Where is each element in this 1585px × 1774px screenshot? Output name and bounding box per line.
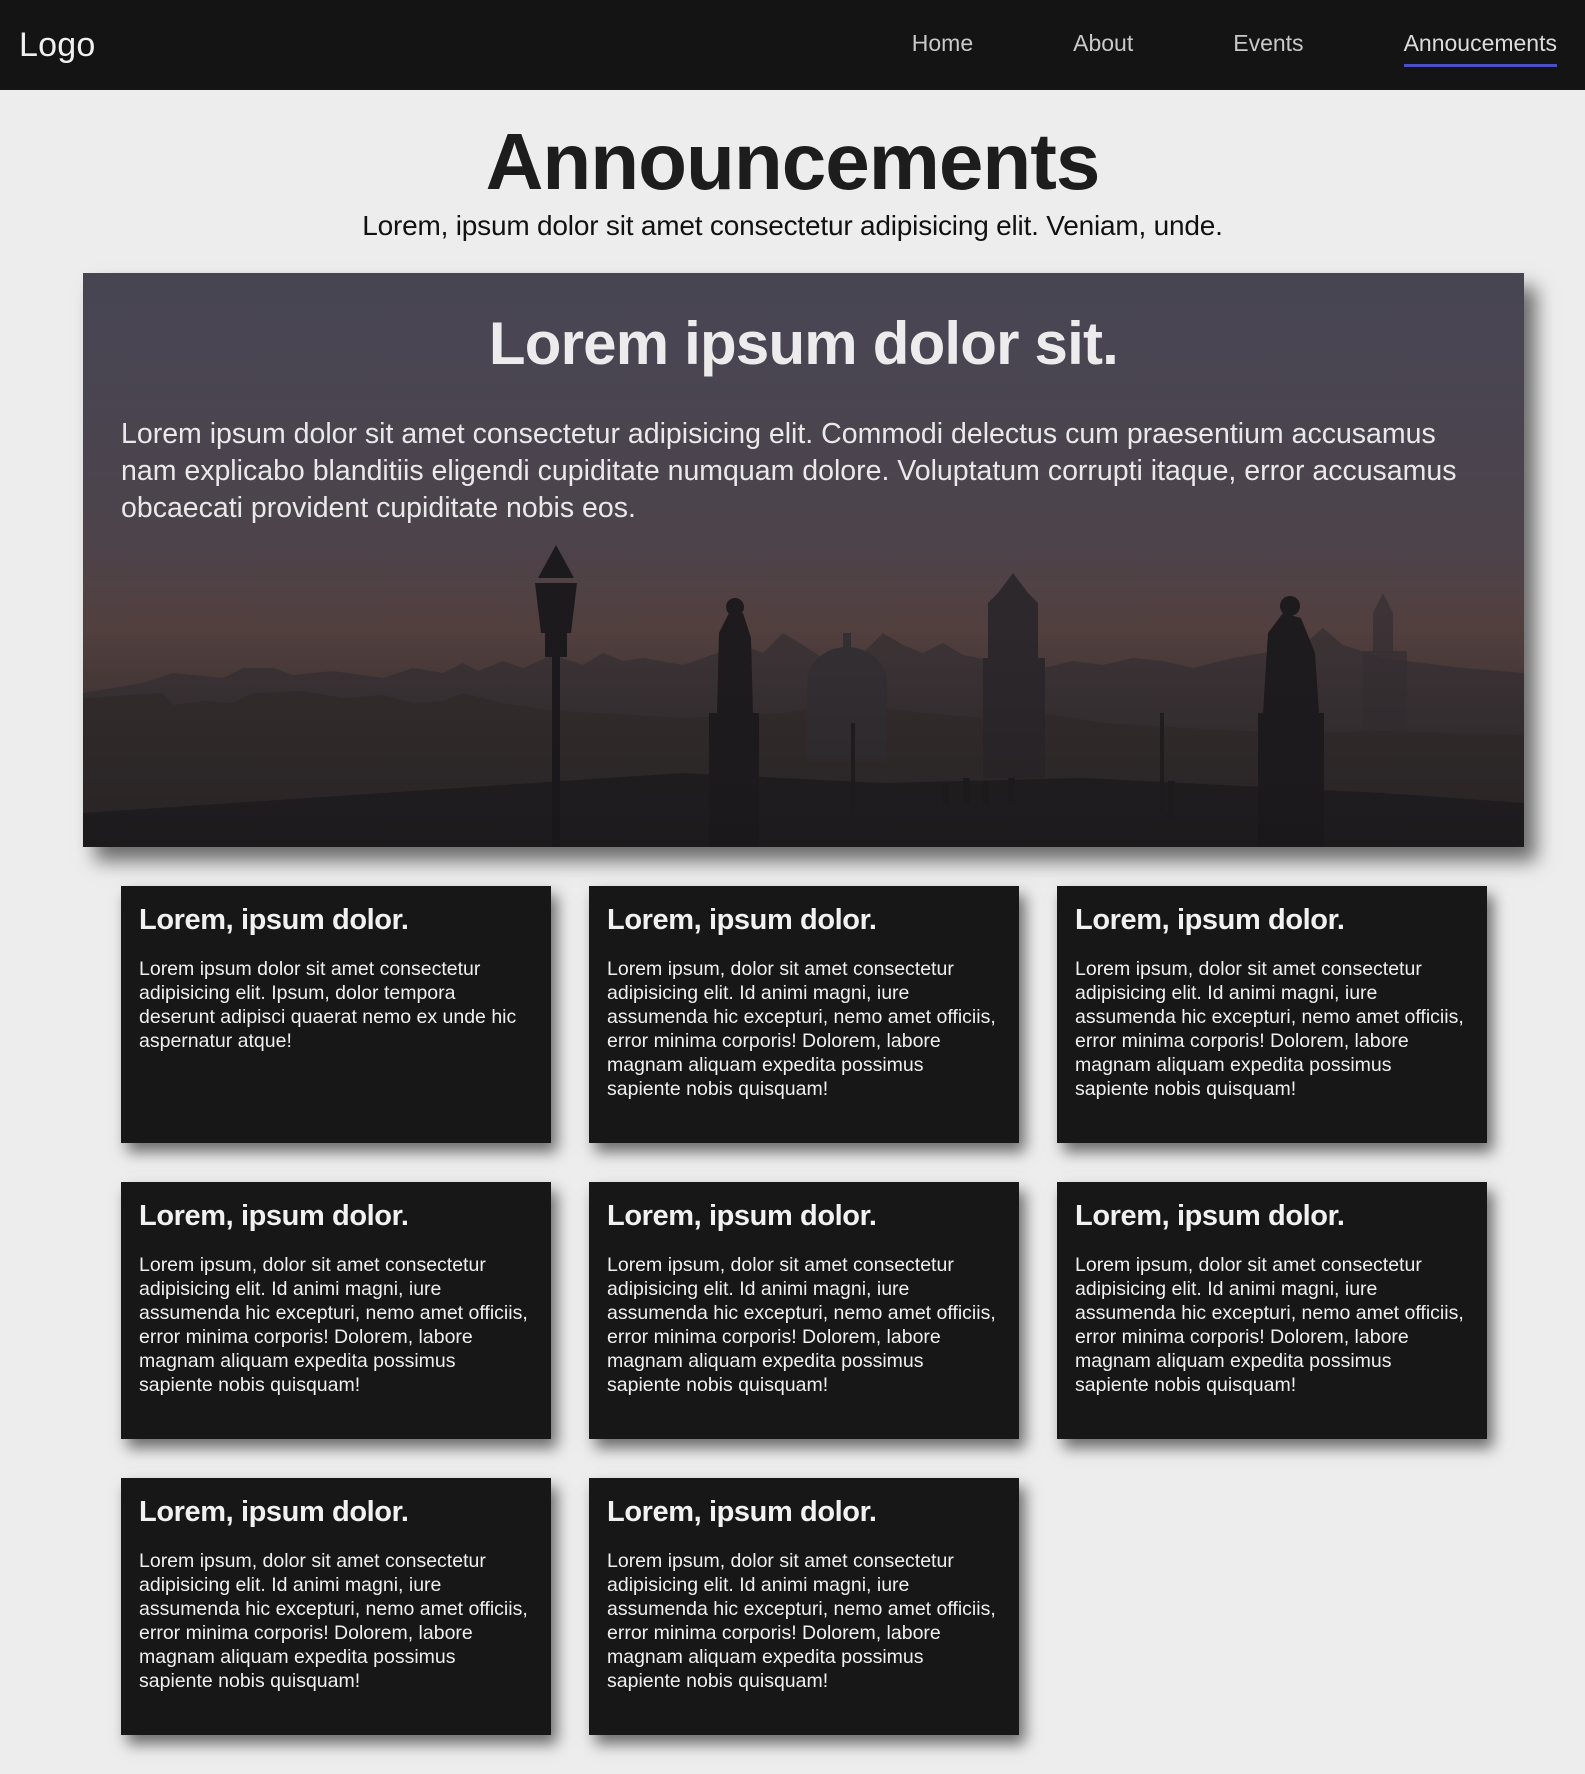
card-text: Lorem ipsum, dolor sit amet consectetur … [1075, 1254, 1464, 1396]
announcement-card[interactable]: Lorem, ipsum dolor. Lorem ipsum, dolor s… [1057, 886, 1487, 1143]
card-text: Lorem ipsum, dolor sit amet consectetur … [607, 1254, 996, 1396]
announcement-card[interactable]: Lorem, ipsum dolor. Lorem ipsum, dolor s… [121, 1478, 551, 1735]
announcement-card[interactable]: Lorem, ipsum dolor. Lorem ipsum, dolor s… [121, 1182, 551, 1439]
card-text: Lorem ipsum, dolor sit amet consectetur … [1075, 958, 1464, 1100]
card-title: Lorem, ipsum dolor. [607, 904, 877, 936]
announcement-card[interactable]: Lorem, ipsum dolor. Lorem ipsum, dolor s… [589, 1478, 1019, 1735]
logo[interactable]: Logo [19, 26, 95, 65]
hero-text: Lorem ipsum dolor sit amet consectetur a… [121, 418, 1457, 524]
nav-link-about[interactable]: About [1073, 24, 1133, 67]
hero-content: Lorem ipsum dolor sit. Lorem ipsum dolor… [83, 273, 1524, 527]
card-title: Lorem, ipsum dolor. [139, 1200, 409, 1232]
card-title: Lorem, ipsum dolor. [139, 904, 409, 936]
card-title: Lorem, ipsum dolor. [1075, 1200, 1345, 1232]
announcement-card[interactable]: Lorem, ipsum dolor. Lorem ipsum dolor si… [121, 886, 551, 1143]
announcement-card[interactable]: Lorem, ipsum dolor. Lorem ipsum, dolor s… [589, 886, 1019, 1143]
card-text: Lorem ipsum, dolor sit amet consectetur … [139, 1550, 528, 1692]
announcement-cards: Lorem, ipsum dolor. Lorem ipsum dolor si… [121, 886, 1487, 1735]
announcement-card[interactable]: Lorem, ipsum dolor. Lorem ipsum, dolor s… [589, 1182, 1019, 1439]
hero-title: Lorem ipsum dolor sit. [488, 310, 1119, 377]
nav-link-events[interactable]: Events [1233, 24, 1303, 67]
card-text: Lorem ipsum, dolor sit amet consectetur … [139, 1254, 528, 1396]
card-text: Lorem ipsum dolor sit amet consectetur a… [139, 958, 517, 1052]
nav-link-home[interactable]: Home [912, 24, 973, 67]
card-title: Lorem, ipsum dolor. [1075, 904, 1345, 936]
card-title: Lorem, ipsum dolor. [607, 1200, 877, 1232]
page-header: Announcements Lorem, ipsum dolor sit ame… [0, 90, 1585, 242]
announcement-card[interactable]: Lorem, ipsum dolor. Lorem ipsum, dolor s… [1057, 1182, 1487, 1439]
card-text: Lorem ipsum, dolor sit amet consectetur … [607, 1550, 996, 1692]
card-title: Lorem, ipsum dolor. [139, 1496, 409, 1528]
page-subtitle: Lorem, ipsum dolor sit amet consectetur … [362, 210, 1223, 241]
page-title: Announcements [485, 117, 1101, 206]
hero-banner: Lorem ipsum dolor sit. Lorem ipsum dolor… [83, 273, 1524, 847]
nav-links: Home About Events Annoucements [812, 0, 1558, 90]
card-text: Lorem ipsum, dolor sit amet consectetur … [607, 958, 996, 1100]
card-title: Lorem, ipsum dolor. [607, 1496, 877, 1528]
top-navbar: Logo Home About Events Annoucements [0, 0, 1585, 90]
nav-link-announcements[interactable]: Annoucements [1403, 24, 1558, 67]
